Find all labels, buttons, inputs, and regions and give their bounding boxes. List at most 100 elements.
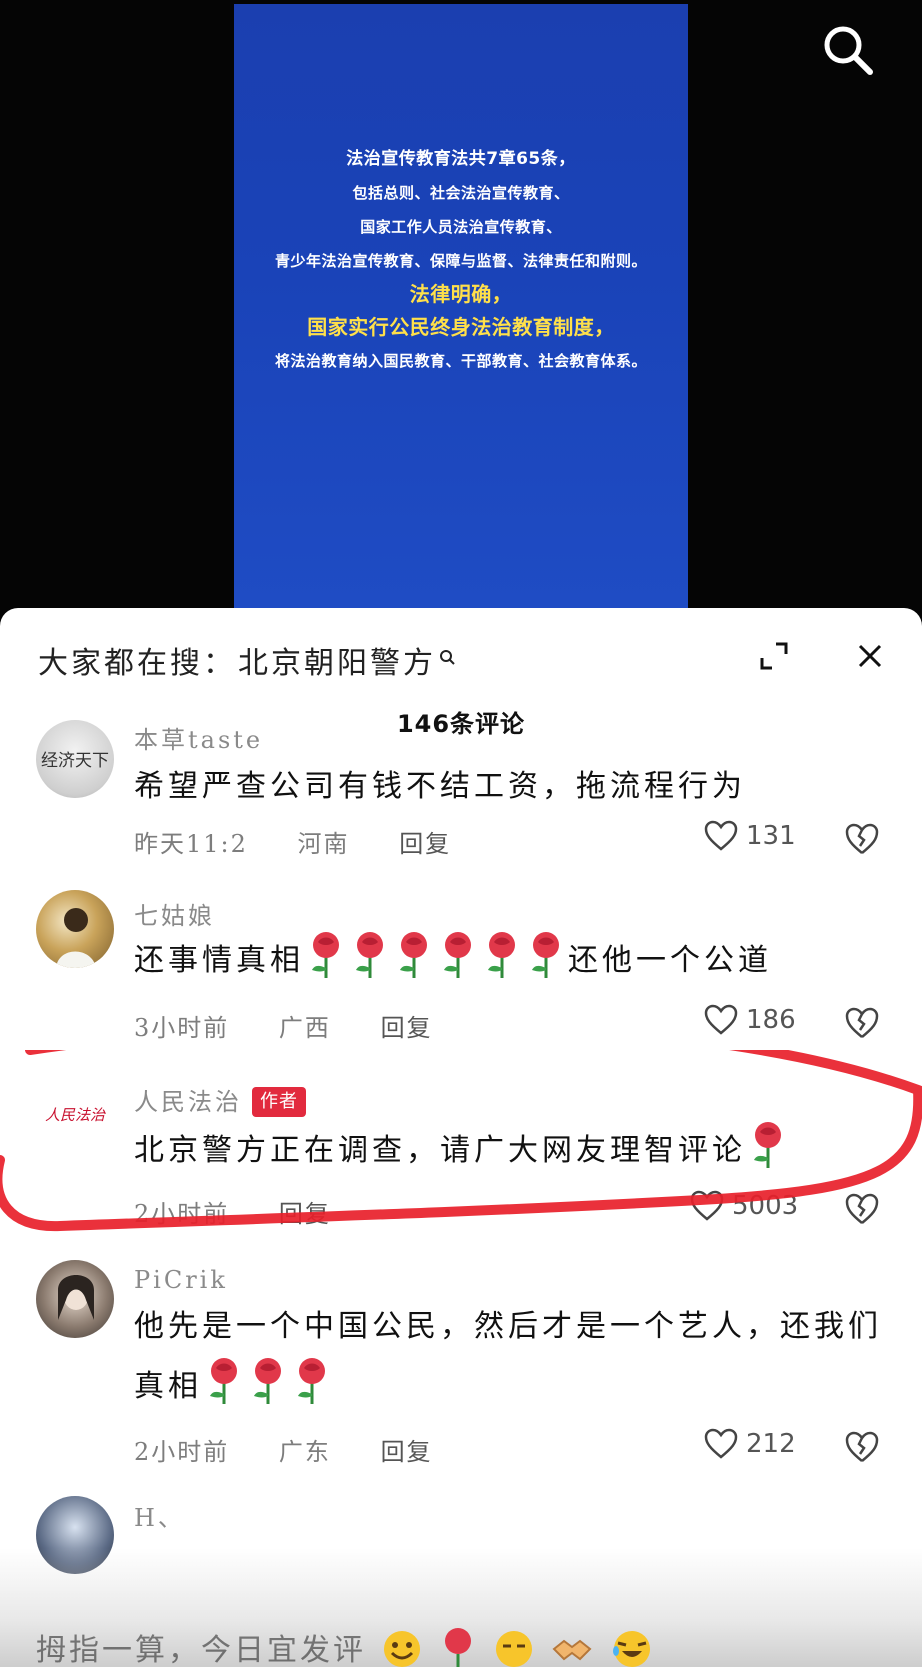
rose-emoji	[348, 930, 392, 978]
like-count: 212	[746, 1429, 796, 1459]
heart-icon	[690, 1190, 724, 1221]
avatar-image	[58, 1275, 94, 1320]
like-count: 5003	[732, 1191, 799, 1221]
comment-meta: 2小时前 广东 回复	[134, 1432, 473, 1467]
comment-input-bar[interactable]: 拇指一算，今日宜发评	[36, 1622, 886, 1667]
comment-username[interactable]: 人民法治 作者	[134, 1082, 306, 1117]
author-badge: 作者	[252, 1087, 306, 1117]
rose-emoji	[304, 930, 348, 978]
handshake-icon[interactable]	[550, 1625, 594, 1667]
reply-button[interactable]: 回复	[381, 1014, 433, 1042]
username-text: 人民法治	[134, 1088, 242, 1116]
video-line-highlight: 法律明确，	[409, 282, 513, 306]
comment-meta: 昨天11:2 河南 回复	[134, 824, 491, 859]
rose-emoji	[524, 930, 568, 978]
avatar[interactable]	[36, 890, 114, 968]
rose-emojis	[202, 1358, 334, 1404]
hot-search-link[interactable]: 大家都在搜： 北京朝阳警方	[38, 638, 458, 682]
rose-emoji	[290, 1356, 334, 1404]
rose-emoji	[246, 1356, 290, 1404]
comment-text-part: 还事情真相	[134, 943, 304, 978]
video-line-highlight: 国家实行公民终身法治教育制度，	[307, 315, 615, 339]
like-count: 186	[746, 1005, 796, 1035]
broken-heart-icon	[845, 1193, 879, 1224]
comment-input-prompt: 拇指一算，今日宜发评	[36, 1633, 366, 1667]
like-button[interactable]: 212	[704, 1428, 796, 1460]
reply-button[interactable]: 回复	[399, 830, 451, 858]
comment-username[interactable]: 七姑娘	[134, 896, 215, 931]
reply-button[interactable]: 回复	[381, 1438, 433, 1466]
rose-emojis	[746, 1122, 790, 1168]
video-line: 法治宣传教育法共7章65条，	[346, 149, 576, 169]
video-line: 青少年法治宣传教育、保障与监督、法律责任和附则。	[274, 252, 647, 270]
comment-username[interactable]: H、	[134, 1498, 185, 1533]
rose-icon[interactable]	[438, 1625, 478, 1667]
comment-username[interactable]: PiCrik	[134, 1266, 228, 1294]
expand-button[interactable]	[758, 640, 790, 672]
reply-button[interactable]: 回复	[279, 1200, 331, 1228]
comment-text: 他先是一个中国公民，然后才是一个艺人，还我们真相	[134, 1298, 892, 1416]
comment-location: 河南	[297, 830, 350, 858]
heart-icon	[704, 1428, 738, 1459]
heart-icon	[704, 820, 738, 851]
rose-emoji	[746, 1120, 790, 1168]
comment-time: 3小时前	[134, 1014, 230, 1042]
dislike-button[interactable]	[844, 1430, 880, 1466]
rose-emoji	[392, 930, 436, 978]
dislike-button[interactable]	[844, 1006, 880, 1042]
comment-meta: 2小时前 回复	[134, 1194, 371, 1229]
rose-emoji	[480, 930, 524, 978]
rose-emoji	[436, 930, 480, 978]
avatar[interactable]: 人民法治	[36, 1076, 114, 1154]
comment-time: 昨天11:2	[134, 830, 248, 858]
avatar-label: 经济天下	[41, 751, 109, 771]
broken-heart-icon	[845, 823, 879, 854]
avatar-image: 经济天下	[41, 751, 109, 771]
video-line: 国家工作人员法治宣传教育、	[360, 218, 562, 236]
emoji-icon[interactable]	[492, 1625, 536, 1667]
comment-time: 2小时前	[134, 1438, 230, 1466]
rose-emojis	[304, 932, 568, 978]
broken-heart-icon	[845, 1431, 879, 1462]
comment-username[interactable]: 本草taste	[134, 720, 263, 755]
like-count: 131	[746, 821, 796, 851]
close-button[interactable]	[852, 638, 888, 674]
search-icon	[824, 26, 873, 75]
avatar-label: 人民法治	[45, 1106, 106, 1124]
hot-search-term: 北京朝阳警方	[238, 646, 436, 681]
comment-meta: 3小时前 广西 回复	[134, 1008, 473, 1043]
avatar[interactable]	[36, 1260, 114, 1338]
comment-panel: 大家都在搜： 北京朝阳警方 146条评论 经济天下 本草taste 希望严查公司…	[0, 608, 922, 1667]
video-caption: 法治宣传教育法共7章65条， 包括总则、社会法治宣传教育、 国家工作人员法治宣传…	[234, 142, 688, 378]
like-button[interactable]: 5003	[690, 1190, 798, 1222]
video-line: 包括总则、社会法治宣传教育、	[352, 184, 570, 202]
comment-text: 北京警方正在调查，请广大网友理智评论	[134, 1120, 892, 1180]
close-icon	[858, 644, 882, 668]
comment-location: 广东	[278, 1438, 331, 1466]
avatar-image	[56, 908, 96, 968]
heart-icon	[704, 1004, 738, 1035]
comment-text: 还事情真相 还他一个公道	[134, 930, 892, 990]
emoji-icon[interactable]	[380, 1625, 424, 1667]
video-line: 将法治教育纳入国民教育、干部教育、社会教育体系。	[274, 352, 647, 370]
like-button[interactable]: 186	[704, 1004, 796, 1036]
comment-time: 2小时前	[134, 1200, 230, 1228]
comment-text-part: 还他一个公道	[568, 943, 772, 978]
video-player[interactable]: 法治宣传教育法共7章65条， 包括总则、社会法治宣传教育、 国家工作人员法治宣传…	[0, 0, 922, 620]
dislike-button[interactable]	[844, 822, 880, 858]
search-icon	[440, 650, 455, 665]
like-button[interactable]: 131	[704, 820, 796, 852]
search-button[interactable]	[818, 20, 878, 80]
dislike-button[interactable]	[844, 1192, 880, 1228]
laughing-emoji-icon[interactable]	[608, 1625, 656, 1667]
video-frame[interactable]: 法治宣传教育法共7章65条， 包括总则、社会法治宣传教育、 国家工作人员法治宣传…	[234, 4, 688, 608]
avatar-image: 人民法治	[45, 1106, 106, 1124]
comment-location: 广西	[278, 1014, 331, 1042]
rose-emoji	[202, 1356, 246, 1404]
comment-text: 希望严查公司有钱不结工资，拖流程行为	[134, 769, 746, 804]
comment-text-part: 北京警方正在调查，请广大网友理智评论	[134, 1133, 746, 1168]
broken-heart-icon	[845, 1007, 879, 1038]
hot-search-prefix: 大家都在搜：	[38, 646, 236, 681]
expand-icon	[760, 642, 788, 670]
avatar[interactable]: 经济天下	[36, 720, 114, 798]
